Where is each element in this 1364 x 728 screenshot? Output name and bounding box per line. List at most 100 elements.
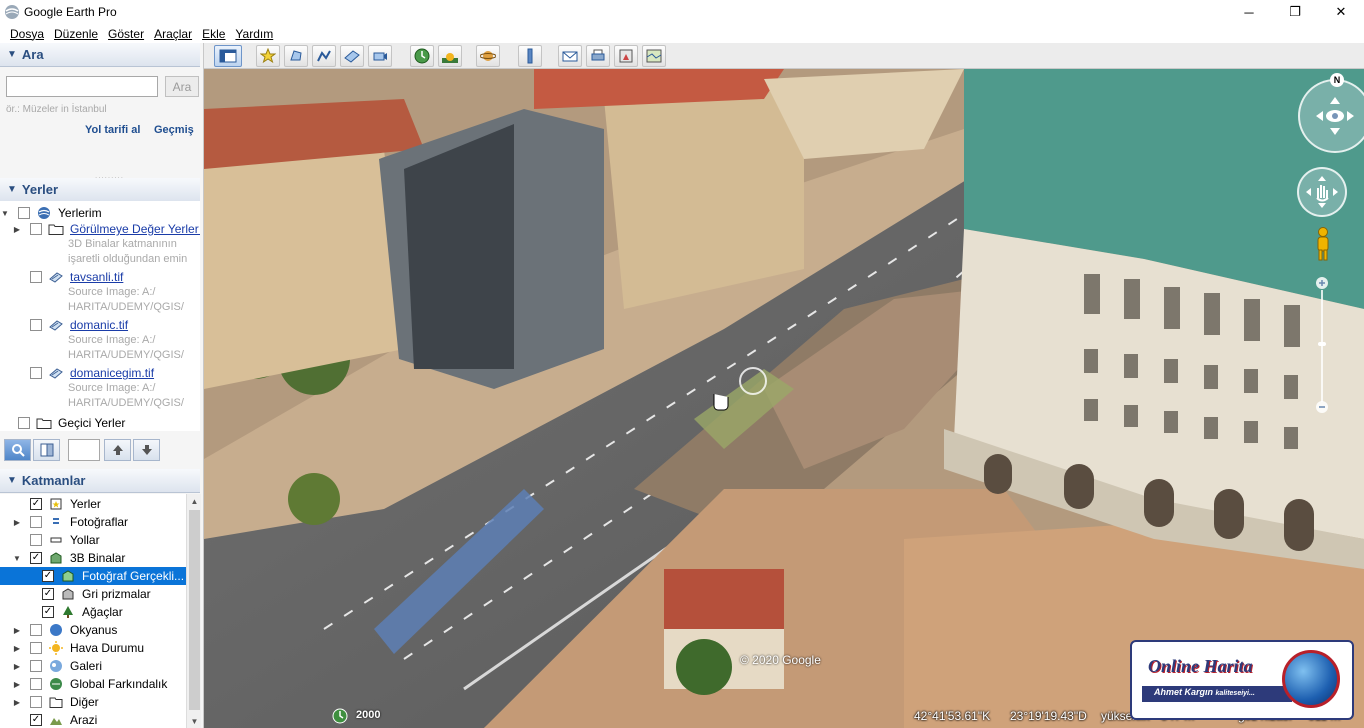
layer-row[interactable]: ▶ Okyanus (0, 621, 186, 639)
planets-button[interactable] (476, 45, 500, 67)
expand-arrow-icon[interactable]: ▶ (12, 518, 22, 527)
menu-add[interactable]: Ekle (197, 27, 230, 41)
view-in-maps-button[interactable] (642, 45, 666, 67)
expand-arrow-icon[interactable]: ▶ (12, 644, 22, 653)
layer-checkbox[interactable] (30, 678, 42, 690)
watermark-title: Online Harita (1148, 656, 1253, 676)
layer-checkbox[interactable] (30, 642, 42, 654)
layers-section-header[interactable]: ▼ Katmanlar (0, 469, 200, 493)
search-places-button[interactable] (4, 439, 31, 461)
record-tour-button[interactable] (368, 45, 392, 67)
tree-item-tif[interactable]: domanic.tif (22, 317, 128, 333)
layer-row[interactable]: ✓ Arazi (0, 711, 186, 728)
toggle-panel-button[interactable] (33, 439, 60, 461)
search-button[interactable]: Ara (165, 76, 199, 97)
move-joystick[interactable] (1297, 167, 1347, 217)
ruler-button[interactable] (518, 45, 542, 67)
zoom-slider[interactable] (1316, 276, 1328, 416)
menu-help[interactable]: Yardım (230, 27, 278, 41)
checkbox[interactable] (30, 271, 42, 283)
layer-row[interactable]: ▶ Galeri (0, 657, 186, 675)
layer-checkbox[interactable] (30, 534, 42, 546)
layer-row[interactable]: ▼ ✓ 3B Binalar (0, 549, 186, 567)
menu-view[interactable]: Göster (103, 27, 149, 41)
history-link[interactable]: Geçmiş (154, 124, 194, 136)
layer-checkbox[interactable]: ✓ (42, 606, 54, 618)
historical-imagery-icon[interactable] (332, 708, 348, 724)
search-input[interactable] (6, 76, 158, 97)
move-up-button[interactable] (104, 439, 131, 461)
places-filter-box[interactable] (68, 439, 100, 461)
expand-arrow-icon[interactable]: ▶ (12, 698, 22, 707)
scroll-down-icon[interactable]: ▼ (187, 714, 202, 728)
add-path-button[interactable] (312, 45, 336, 67)
layer-row[interactable]: ▶ Hava Durumu (0, 639, 186, 657)
tree-item-label[interactable]: tavsanli.tif (70, 270, 123, 284)
email-button[interactable] (558, 45, 582, 67)
tree-item-my-places[interactable]: ▼ Yerlerim (0, 205, 102, 221)
compass-north[interactable]: N (1330, 73, 1344, 87)
tree-item-tif[interactable]: tavsanli.tif (22, 269, 123, 285)
layer-checkbox[interactable]: ✓ (42, 588, 54, 600)
3d-map-view[interactable]: N © 2020 Google 2000 42°41'53.61"K 23°19… (204, 69, 1364, 728)
checkbox[interactable] (30, 223, 42, 235)
maximize-button[interactable]: ❐ (1272, 0, 1318, 24)
scroll-thumb[interactable] (189, 510, 200, 710)
layer-checkbox[interactable]: ✓ (30, 498, 42, 510)
tree-item-label[interactable]: Görülmeye Değer Yerler T (70, 222, 200, 236)
print-button[interactable] (586, 45, 610, 67)
sunlight-button[interactable] (438, 45, 462, 67)
layer-checkbox[interactable]: ✓ (30, 714, 42, 726)
get-directions-link[interactable]: Yol tarifi al (85, 124, 140, 136)
expand-arrow-icon[interactable]: ▶ (12, 680, 22, 689)
layer-checkbox[interactable] (30, 516, 42, 528)
search-section-header[interactable]: ▼ Ara (0, 43, 200, 67)
save-image-button[interactable] (614, 45, 638, 67)
layer-row[interactable]: ✓ Gri prizmalar (0, 585, 186, 603)
places-section-header[interactable]: ▼ Yerler (0, 178, 200, 202)
expand-arrow-icon[interactable]: ▶ (12, 626, 22, 635)
menu-tools[interactable]: Araçlar (149, 27, 197, 41)
tree-item-label[interactable]: domanic.tif (70, 318, 128, 332)
menu-edit[interactable]: Düzenle (49, 27, 103, 41)
collapse-arrow-icon[interactable]: ▼ (12, 554, 22, 563)
minimize-button[interactable]: ─ (1226, 0, 1272, 24)
checkbox[interactable] (30, 319, 42, 331)
expand-arrow-icon[interactable]: ▶ (12, 225, 22, 234)
checkbox[interactable] (18, 417, 30, 429)
historical-imagery-button[interactable] (410, 45, 434, 67)
layer-checkbox[interactable] (30, 696, 42, 708)
layer-row[interactable]: ▶ Diğer (0, 693, 186, 711)
close-button[interactable]: ✕ (1318, 0, 1364, 24)
scroll-up-icon[interactable]: ▲ (187, 494, 202, 508)
look-joystick[interactable]: N (1298, 73, 1364, 153)
checkbox[interactable] (30, 367, 42, 379)
expand-arrow-icon[interactable]: ▶ (12, 662, 22, 671)
tree-item-label[interactable]: domanicegim.tif (70, 366, 154, 380)
tree-item-tif[interactable]: domanicegim.tif (22, 365, 154, 381)
add-placemark-button[interactable] (256, 45, 280, 67)
move-down-button[interactable] (133, 439, 160, 461)
layer-row[interactable]: ▶ Global Farkındalık (0, 675, 186, 693)
collapse-arrow-icon[interactable]: ▼ (0, 209, 10, 218)
street-view-pegman-icon[interactable] (1314, 227, 1332, 261)
layers-tree: ✓ Yerler ▶ Fotoğraflar Yollar ▼ ✓ 3B Binalar ✓ Fo… (0, 494, 186, 728)
layer-row[interactable]: ✓ Fotoğraf Gerçekli... (0, 567, 186, 585)
menu-file[interactable]: Dosya (5, 27, 49, 41)
layer-checkbox[interactable] (30, 660, 42, 672)
layer-row[interactable]: ✓ Yerler (0, 495, 186, 513)
tree-item-temporary-places[interactable]: Geçici Yerler (0, 415, 125, 431)
layers-scrollbar[interactable]: ▲ ▼ (186, 494, 201, 728)
layer-label: Gri prizmalar (82, 587, 151, 601)
tree-item-places-folder[interactable]: ▶ Görülmeye Değer Yerler T (12, 221, 200, 237)
layer-row[interactable]: Yollar (0, 531, 186, 549)
checkbox[interactable] (18, 207, 30, 219)
add-image-overlay-button[interactable] (340, 45, 364, 67)
add-polygon-button[interactable] (284, 45, 308, 67)
layer-checkbox[interactable] (30, 624, 42, 636)
layer-row[interactable]: ▶ Fotoğraflar (0, 513, 186, 531)
layer-checkbox[interactable]: ✓ (30, 552, 42, 564)
layer-row[interactable]: ✓ Ağaçlar (0, 603, 186, 621)
sidebar-toggle-button[interactable] (214, 45, 242, 67)
layer-checkbox[interactable]: ✓ (42, 570, 54, 582)
